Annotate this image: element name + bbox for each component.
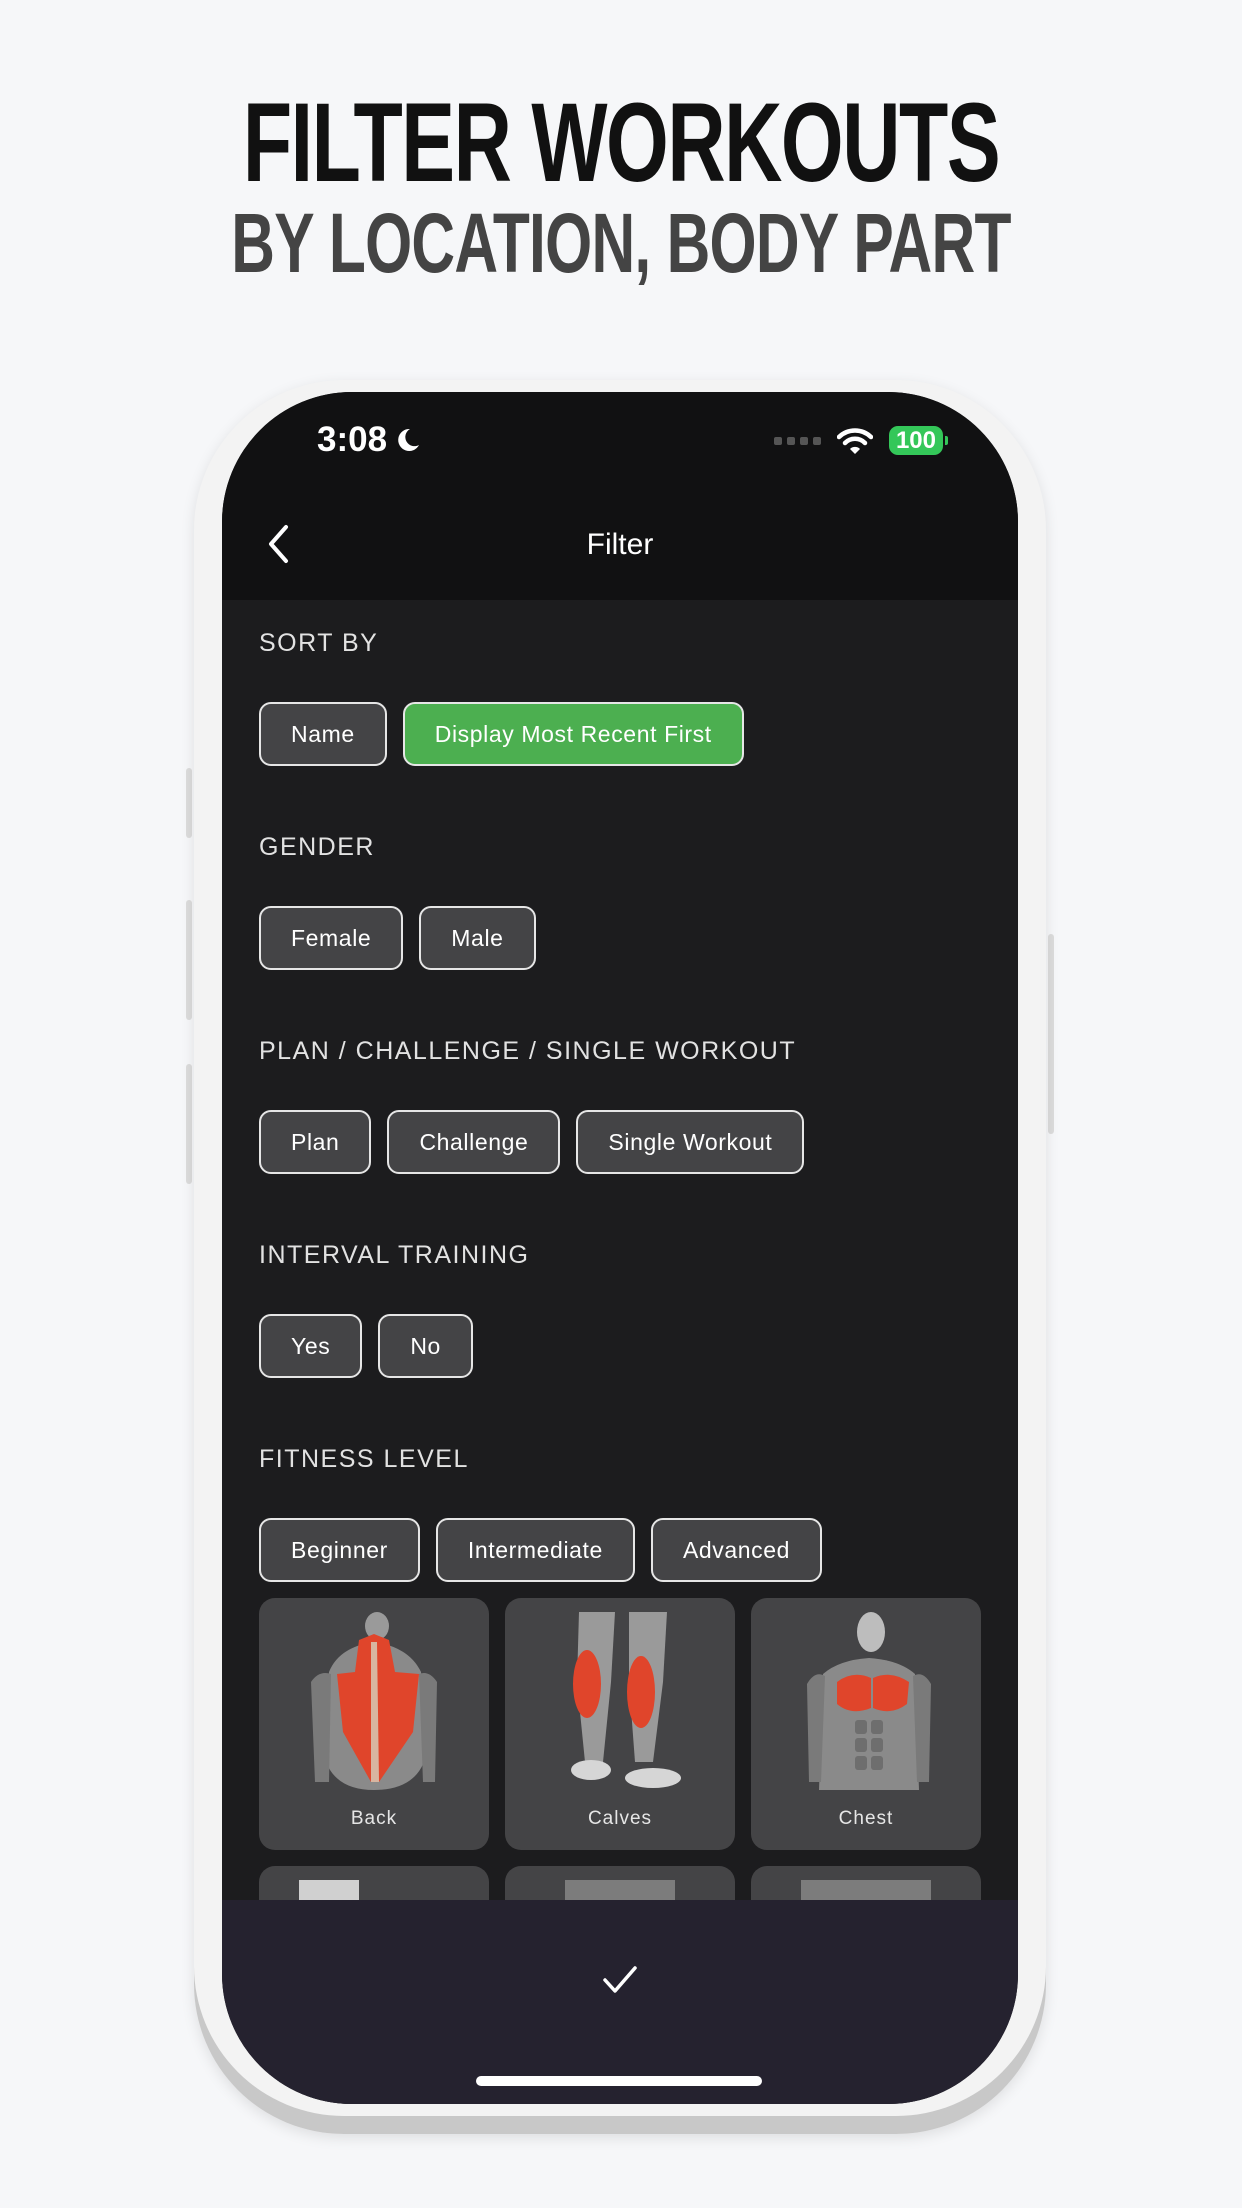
cellular-signal-icon [773,436,821,445]
apply-filter-button[interactable] [590,1950,650,2010]
section-label: GENDER [259,833,375,861]
page-title: Filter [586,528,654,561]
sort-most-recent-chip[interactable]: Display Most Recent First [402,702,744,766]
chip-row: Plan Challenge Single Workout [259,1110,989,1174]
time-text: 3:08 [317,420,388,459]
wifi-icon [836,427,873,454]
section-label: FITNESS LEVEL [259,1445,469,1473]
section-interval-training: INTERVAL TRAINING Yes No [259,1234,989,1416]
type-plan-chip[interactable]: Plan [259,1110,372,1174]
body-part-card-back[interactable]: Back [259,1598,489,1850]
battery-level: 100 [888,426,943,455]
chest-muscles-icon [807,1612,931,1790]
phone-silent-switch [186,768,192,838]
level-beginner-chip[interactable]: Beginner [259,1518,420,1582]
headline-title: FILTER WORKOUTS [242,80,1001,205]
gender-male-chip[interactable]: Male [419,906,536,970]
status-bar-time: 3:08 [317,420,421,460]
level-intermediate-chip[interactable]: Intermediate [435,1518,635,1582]
phone-screen: 3:08 100 Filter SORT BY Name Display Mos… [222,392,1018,2104]
moon-icon [398,428,420,451]
phone-power-button [1048,934,1054,1134]
promo-headline: FILTER WORKOUTS BY LOCATION, BODY PART [0,80,1242,290]
section-label: SORT BY [259,629,379,657]
section-fitness-level: FITNESS LEVEL Beginner Intermediate Adva… [259,1438,989,1620]
body-part-card-calves[interactable]: Calves [505,1598,735,1850]
home-indicator[interactable] [476,2076,762,2086]
chip-row: Beginner Intermediate Advanced [259,1518,989,1582]
bottom-action-bar [222,1900,1018,2104]
top-bar: 3:08 100 Filter [222,392,1018,600]
body-part-card-chest[interactable]: Chest [751,1598,981,1850]
interval-yes-chip[interactable]: Yes [259,1314,363,1378]
section-workout-type: PLAN / CHALLENGE / SINGLE WORKOUT Plan C… [259,1030,989,1212]
battery-tip [945,436,948,445]
phone-volume-down [186,1064,192,1184]
calves-muscles-icon [571,1612,681,1788]
type-challenge-chip[interactable]: Challenge [387,1110,561,1174]
body-part-label: Chest [838,1808,894,1829]
section-label: INTERVAL TRAINING [259,1241,530,1269]
gender-female-chip[interactable]: Female [259,906,404,970]
chip-row: Yes No [259,1314,989,1378]
interval-no-chip[interactable]: No [378,1314,473,1378]
chip-row: Female Male [259,906,989,970]
section-gender: GENDER Female Male [259,826,989,1008]
filter-content: SORT BY Name Display Most Recent First G… [259,600,989,1684]
section-label: PLAN / CHALLENGE / SINGLE WORKOUT [259,1037,797,1065]
back-muscles-icon [311,1612,437,1790]
status-bar-indicators: 100 [773,426,948,455]
checkmark-icon [603,1966,637,1993]
sort-name-chip[interactable]: Name [259,702,387,766]
body-part-label: Calves [587,1808,653,1829]
body-part-label: Back [350,1808,398,1829]
type-single-workout-chip[interactable]: Single Workout [576,1110,805,1174]
level-advanced-chip[interactable]: Advanced [650,1518,823,1582]
section-sort-by: SORT BY Name Display Most Recent First [259,622,989,804]
phone-volume-up [186,900,192,1020]
headline-subtitle: BY LOCATION, BODY PART [231,196,1011,290]
chip-row: Name Display Most Recent First [259,702,989,766]
battery-indicator: 100 [888,426,948,455]
